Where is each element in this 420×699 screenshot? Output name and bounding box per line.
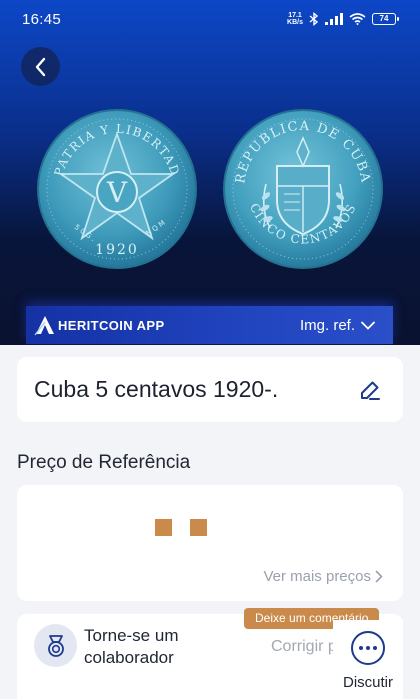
loading-dot — [155, 519, 172, 536]
battery-icon: 74 — [372, 13, 399, 25]
coin-year: 1920 — [95, 242, 139, 258]
coin-obverse-image[interactable]: V PATRIA Y LIBERTAD 5 0 G . N Q M 1920 — [36, 108, 198, 270]
coin-title-card: Cuba 5 centavos 1920-. — [17, 357, 403, 422]
brand-logo: HERITCOIN APP — [34, 314, 165, 336]
network-speed-value: 17.1 — [288, 12, 302, 19]
collaborator-badge[interactable] — [34, 624, 77, 667]
status-bar: 16:45 17.1 KB/s 74 — [22, 8, 399, 30]
coin-title: Cuba 5 centavos 1920-. — [34, 376, 279, 402]
chevron-right-icon — [375, 570, 383, 583]
chevron-left-icon — [35, 57, 45, 76]
img-ref-dropdown[interactable]: Img. ref. — [300, 317, 375, 334]
coin-center-letter: V — [106, 176, 128, 209]
more-prices-link[interactable]: Ver mais preços — [263, 568, 383, 585]
become-collaborator-link[interactable]: Torne-se um colaborador — [84, 625, 178, 669]
signal-icon — [325, 13, 343, 25]
collaborator-text-line2: colaborador — [84, 648, 174, 667]
network-speed-unit: KB/s — [287, 19, 303, 26]
brand-name: HERITCOIN APP — [58, 317, 165, 333]
discuss-label: Discutir — [342, 674, 393, 691]
edit-icon[interactable] — [359, 379, 381, 401]
network-speed: 17.1 KB/s — [287, 12, 303, 26]
discuss-button[interactable]: Discutir — [333, 620, 403, 699]
reference-price-card: Ver mais preços — [17, 485, 403, 601]
loading-dot — [190, 519, 207, 536]
status-time: 16:45 — [22, 10, 62, 28]
coin-image-hero: 16:45 17.1 KB/s 74 V PATRIA Y LIBERTAD 5… — [0, 0, 420, 345]
loading-indicator — [155, 519, 207, 536]
reference-price-heading: Preço de Referência — [17, 452, 191, 473]
brand-bar: HERITCOIN APP Img. ref. — [26, 306, 393, 344]
more-prices-label: Ver mais preços — [263, 568, 371, 585]
coin-reverse-image[interactable]: REPUBLICA DE CUBA CINCO CENTAVOS — [222, 108, 384, 270]
img-ref-label: Img. ref. — [299, 316, 355, 334]
medal-icon — [47, 634, 64, 657]
heritcoin-logo-icon — [34, 316, 54, 336]
wifi-icon — [349, 13, 366, 25]
bluetooth-icon — [309, 12, 319, 26]
status-icons: 17.1 KB/s 74 — [287, 12, 399, 26]
back-button[interactable] — [21, 47, 60, 86]
chat-bubble-icon — [351, 631, 385, 665]
collaborator-text-line1: Torne-se um — [84, 626, 179, 645]
chevron-down-icon — [361, 321, 375, 330]
